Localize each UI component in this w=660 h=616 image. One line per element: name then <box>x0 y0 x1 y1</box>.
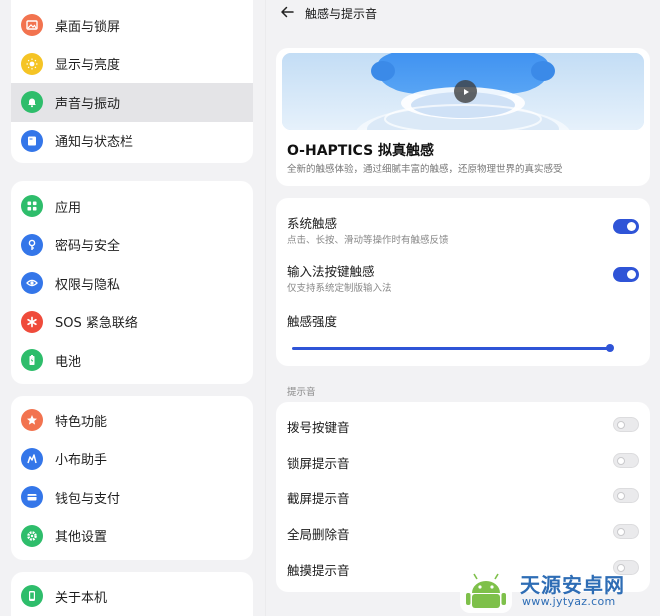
notification-icon <box>21 129 43 152</box>
screenshot-sound-row[interactable]: 截屏提示音 <box>276 478 650 514</box>
back-arrow-icon[interactable] <box>279 4 295 20</box>
sun-icon <box>21 52 43 75</box>
sidebar-group-features: 特色功能 小布助手 钱包与支付 其他设置 <box>11 396 253 560</box>
detail-panel: 触感与提示音 O-HAPTICS 拟真触感 全新的触感体验，通过细腻丰富的触感，… <box>265 0 660 616</box>
watermark-text: 天源安卓网 <box>520 573 625 597</box>
sidebar-item-permissions-privacy[interactable]: 权限与隐私 <box>11 264 253 303</box>
android-logo-icon <box>460 567 512 613</box>
sidebar-item-label: 通知与状态栏 <box>55 135 134 151</box>
play-icon[interactable] <box>454 80 477 103</box>
sidebar-item-sound-vibration[interactable]: 声音与振动 <box>11 83 253 122</box>
sidebar-item-label: 小布助手 <box>55 453 108 469</box>
page-title: 触感与提示音 <box>305 7 378 21</box>
toggle-knob <box>617 491 625 500</box>
sidebar-item-other-settings[interactable]: 其他设置 <box>11 517 253 556</box>
toggle-knob <box>617 456 625 465</box>
sidebar-item-special-features[interactable]: 特色功能 <box>11 401 253 440</box>
dial-pad-tone-row[interactable]: 拨号按键音 <box>276 407 650 443</box>
haptics-settings-card: 系统触感 点击、长按、滑动等操作时有触感反馈 输入法按键触感 仅支持系统定制版输… <box>276 198 650 366</box>
sidebar-item-sos[interactable]: SOS 紧急联络 <box>11 303 253 342</box>
sidebar-item-label: 声音与振动 <box>55 96 121 112</box>
sidebar-item-label: 关于本机 <box>55 590 108 606</box>
apps-icon <box>21 195 43 218</box>
sidebar-item-label: 权限与隐私 <box>55 277 121 293</box>
settings-sidebar: 桌面与锁屏 显示与亮度 声音与振动 通知与状态栏 应用 密码与安全 权限与隐私 … <box>0 0 265 616</box>
keyboard-haptics-toggle[interactable] <box>613 267 639 282</box>
sidebar-item-label: 显示与亮度 <box>55 58 121 74</box>
assistant-icon <box>21 447 43 470</box>
star-icon <box>21 409 43 432</box>
system-haptics-subtitle: 点击、长按、滑动等操作时有触感反馈 <box>287 235 449 246</box>
touch-sound-title: 触摸提示音 <box>287 563 350 578</box>
sidebar-item-label: SOS 紧急联络 <box>55 316 138 332</box>
top-bar: 触感与提示音 <box>266 0 660 28</box>
toggle-knob <box>617 420 625 429</box>
sidebar-item-label: 应用 <box>55 200 82 216</box>
sidebar-item-label: 电池 <box>55 354 82 370</box>
delete-sound-toggle[interactable] <box>613 524 639 539</box>
sidebar-item-about-phone[interactable]: 关于本机 <box>11 577 253 616</box>
sidebar-item-label: 钱包与支付 <box>55 491 121 507</box>
sidebar-item-display-brightness[interactable]: 显示与亮度 <box>11 45 253 84</box>
lock-screen-sound-row[interactable]: 锁屏提示音 <box>276 443 650 479</box>
keyboard-haptics-subtitle: 仅支持系统定制版输入法 <box>287 283 392 294</box>
system-haptics-title: 系统触感 <box>287 216 338 231</box>
image-icon <box>21 14 43 37</box>
sidebar-item-password-security[interactable]: 密码与安全 <box>11 226 253 265</box>
system-haptics-row[interactable]: 系统触感 点击、长按、滑动等操作时有触感反馈 <box>276 198 650 246</box>
sidebar-item-wallet-payment[interactable]: 钱包与支付 <box>11 478 253 517</box>
haptic-intensity-slider-thumb[interactable] <box>606 344 614 352</box>
wallet-icon <box>21 486 43 509</box>
sidebar-group-about: 关于本机 <box>11 572 253 616</box>
toggle-knob <box>627 270 636 279</box>
haptic-intensity-slider-track[interactable] <box>292 347 610 350</box>
sidebar-item-label: 特色功能 <box>55 414 108 430</box>
dial-pad-tone-title: 拨号按键音 <box>287 420 350 435</box>
toggle-knob <box>627 222 636 231</box>
phone-icon <box>21 585 43 608</box>
screenshot-sound-title: 截屏提示音 <box>287 491 350 506</box>
delete-sound-title: 全局删除音 <box>287 527 350 542</box>
delete-sound-row[interactable]: 全局删除音 <box>276 514 650 550</box>
screenshot-sound-toggle[interactable] <box>613 488 639 503</box>
sidebar-item-label: 桌面与锁屏 <box>55 19 121 35</box>
system-haptics-toggle[interactable] <box>613 219 639 234</box>
bell-icon <box>21 91 43 114</box>
section-label-sounds: 提示音 <box>287 387 316 398</box>
sidebar-item-desktop-lockscreen[interactable]: 桌面与锁屏 <box>11 6 253 45</box>
ohaptics-card[interactable]: O-HAPTICS 拟真触感 全新的触感体验，通过细腻丰富的触感，还原物理世界的… <box>276 48 650 186</box>
sidebar-item-label: 其他设置 <box>55 530 108 546</box>
toggle-knob <box>617 527 625 536</box>
battery-icon <box>21 349 43 372</box>
sidebar-group-apps-security: 应用 密码与安全 权限与隐私 SOS 紧急联络 电池 <box>11 181 253 384</box>
privacy-eye-icon <box>21 272 43 295</box>
site-watermark: 天源安卓网 www.jytyaz.com <box>456 563 660 616</box>
sidebar-item-label: 密码与安全 <box>55 239 121 255</box>
sidebar-item-notifications-statusbar[interactable]: 通知与状态栏 <box>11 122 253 161</box>
watermark-url: www.jytyaz.com <box>522 595 616 608</box>
sidebar-group-display: 桌面与锁屏 显示与亮度 声音与振动 通知与状态栏 <box>11 0 253 163</box>
key-icon <box>21 233 43 256</box>
ohaptics-description: 全新的触感体验，通过细腻丰富的触感，还原物理世界的真实感受 <box>287 164 563 175</box>
ohaptics-title: O-HAPTICS 拟真触感 <box>287 143 435 159</box>
dial-pad-tone-toggle[interactable] <box>613 417 639 432</box>
lock-screen-sound-toggle[interactable] <box>613 453 639 468</box>
sos-asterisk-icon <box>21 310 43 333</box>
sidebar-item-apps[interactable]: 应用 <box>11 187 253 226</box>
sidebar-item-breeno-assistant[interactable]: 小布助手 <box>11 440 253 479</box>
sidebar-item-battery[interactable]: 电池 <box>11 341 253 380</box>
gear-icon <box>21 524 43 547</box>
lock-screen-sound-title: 锁屏提示音 <box>287 456 350 471</box>
ohaptics-hero-image <box>282 53 644 130</box>
keyboard-haptics-title: 输入法按键触感 <box>287 264 375 279</box>
keyboard-haptics-row[interactable]: 输入法按键触感 仅支持系统定制版输入法 <box>276 248 650 296</box>
haptic-intensity-title: 触感强度 <box>287 314 338 329</box>
